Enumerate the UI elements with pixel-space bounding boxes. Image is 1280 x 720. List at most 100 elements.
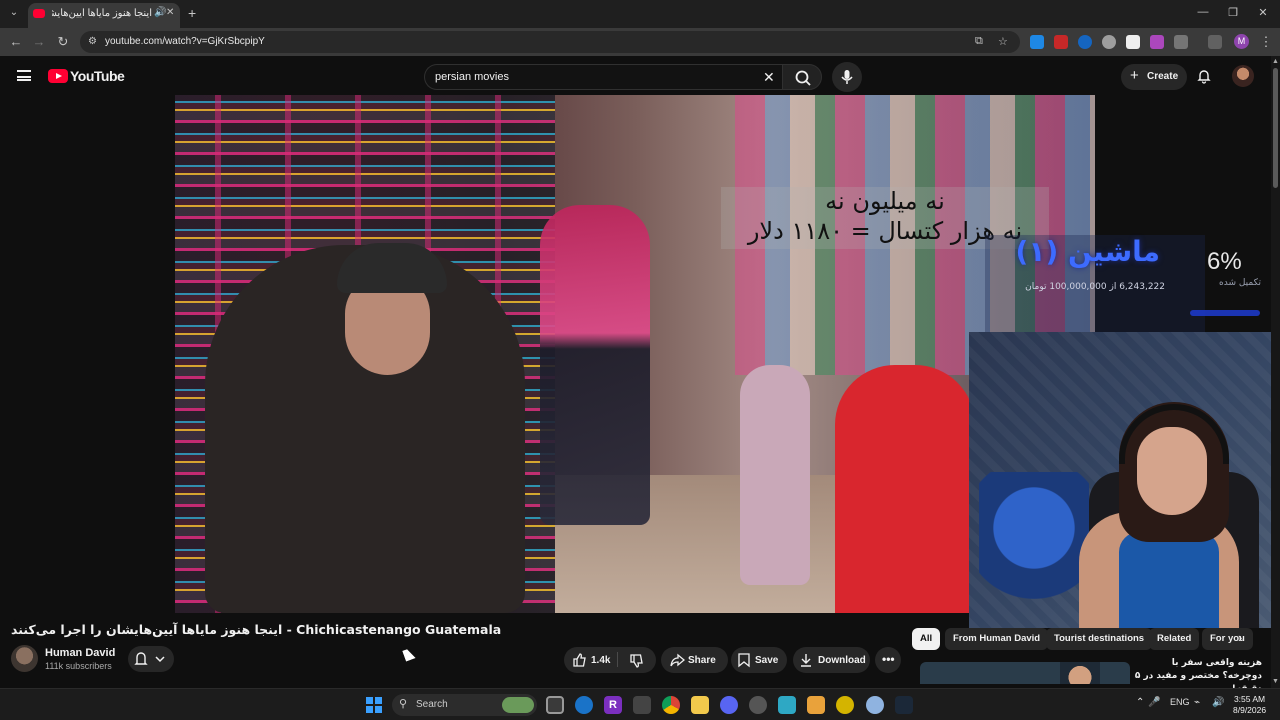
youtube-favicon-icon xyxy=(33,9,45,18)
video-player[interactable]: نه میلیون نه نه هزار کتسال = ۱۱۸۰ دلار xyxy=(175,95,1095,613)
create-label: Create xyxy=(1147,71,1179,82)
video-title: اینجا هنوز مایاها آیین‌هایشان را اجرا می… xyxy=(11,622,502,637)
search-icon: ⚲ xyxy=(399,698,408,710)
back-icon[interactable]: ← xyxy=(8,34,24,49)
browser-tab[interactable]: اینجا هنوز مایاها آیین‌هایشان 🔊 ✕ xyxy=(28,3,180,28)
scrollbar-thumb[interactable] xyxy=(1273,68,1278,188)
streamer-top xyxy=(1119,532,1219,628)
share-button[interactable]: Share xyxy=(661,647,728,673)
browser-menu-icon[interactable]: ⋮ xyxy=(1258,34,1274,50)
notifications-bell-icon[interactable] xyxy=(1196,68,1212,84)
search-query: persian movies xyxy=(435,71,509,83)
caption-line-1: نه میلیون نه xyxy=(825,187,945,215)
search-icon xyxy=(795,70,811,86)
save-label: Save xyxy=(755,655,779,666)
obs-icon[interactable] xyxy=(749,696,767,714)
restore-icon[interactable]: ❐ xyxy=(1226,6,1240,19)
forward-icon[interactable]: → xyxy=(31,34,47,49)
extension-icon[interactable] xyxy=(1102,35,1116,49)
channel-name[interactable]: Human David xyxy=(45,647,115,659)
extension-icon[interactable] xyxy=(1150,35,1164,49)
menu-icon[interactable] xyxy=(17,70,31,81)
app-r-icon[interactable]: R xyxy=(604,696,622,714)
reading-list-icon[interactable] xyxy=(1208,35,1222,49)
recommended-video-thumbnail[interactable] xyxy=(920,662,1130,684)
youtube-logo-text[interactable]: YouTube xyxy=(70,68,125,84)
extension-icon[interactable] xyxy=(1030,35,1044,49)
file-explorer-icon[interactable] xyxy=(691,696,709,714)
app-check-icon[interactable] xyxy=(778,696,796,714)
recommendation-chips: All From Human David Tourist destination… xyxy=(912,628,1257,650)
scroll-down-icon[interactable]: ▼ xyxy=(1271,678,1280,685)
chrome-icon[interactable] xyxy=(662,696,680,714)
site-info-icon[interactable]: ⚙ xyxy=(88,36,97,47)
search-input[interactable]: persian movies ✕ xyxy=(424,64,782,90)
extensions-puzzle-icon[interactable] xyxy=(1174,35,1188,49)
app-icon[interactable] xyxy=(836,696,854,714)
app-icon[interactable] xyxy=(633,696,651,714)
clock-date: 8/9/2026 xyxy=(1233,705,1267,715)
profile-avatar[interactable]: M xyxy=(1234,34,1249,49)
address-bar[interactable]: ⚙ youtube.com/watch?v=GjKrSbcpipY ⧉ ☆ xyxy=(80,31,1020,53)
bell-chevron-icon xyxy=(134,652,165,665)
subscription-bell-button[interactable] xyxy=(128,646,174,672)
reload-icon[interactable]: ↻ xyxy=(55,34,71,50)
browser-toolbar: ← → ↻ ⚙ youtube.com/watch?v=GjKrSbcpipY … xyxy=(0,28,1280,56)
app-icon[interactable] xyxy=(807,696,825,714)
chip-all[interactable]: All xyxy=(912,628,941,650)
goal-percent: 6% xyxy=(1207,248,1242,275)
extension-icon[interactable] xyxy=(1054,35,1068,49)
scroll-up-icon[interactable]: ▲ xyxy=(1271,58,1280,65)
edge-icon[interactable] xyxy=(575,696,593,714)
chip-tourist-destinations[interactable]: Tourist destinations xyxy=(1046,628,1153,650)
chip-for-you[interactable]: For you xyxy=(1202,628,1253,650)
new-tab-icon[interactable]: + xyxy=(188,5,196,21)
share-label: Share xyxy=(688,655,716,666)
microphone-icon xyxy=(841,70,853,84)
download-button[interactable]: Download xyxy=(793,647,870,673)
taskbar-clock[interactable]: 3:55 AM 8/9/2026 xyxy=(1233,694,1266,716)
task-view-icon[interactable] xyxy=(546,696,564,714)
more-actions-button[interactable]: ••• xyxy=(875,647,901,673)
tab-search-chevron-icon[interactable]: ⌄ xyxy=(6,5,22,21)
channel-avatar[interactable] xyxy=(11,645,38,672)
extension-icon[interactable] xyxy=(1078,35,1092,49)
shield-icon[interactable] xyxy=(1126,35,1140,49)
create-button[interactable]: + Create xyxy=(1121,64,1187,90)
tray-app-icon[interactable]: 🎤 xyxy=(1148,697,1160,708)
tray-overflow-icon[interactable]: ⌃ xyxy=(1136,697,1144,708)
clear-search-icon[interactable]: ✕ xyxy=(763,69,775,86)
search-highlight-image xyxy=(502,697,534,713)
steam-icon[interactable] xyxy=(895,696,913,714)
save-button[interactable]: Save xyxy=(731,647,787,673)
like-count[interactable]: 1.4k xyxy=(591,655,610,666)
account-avatar[interactable] xyxy=(1232,65,1254,87)
tab-close-icon[interactable]: ✕ xyxy=(166,7,174,18)
window-close-icon[interactable]: ✕ xyxy=(1256,6,1270,19)
plus-icon: + xyxy=(1130,67,1139,84)
app-icon[interactable] xyxy=(866,696,884,714)
volume-icon[interactable]: 🔊 xyxy=(1212,697,1224,708)
install-app-icon[interactable]: ⧉ xyxy=(975,35,983,48)
minimize-icon[interactable]: — xyxy=(1196,6,1210,18)
dislike-icon[interactable] xyxy=(628,653,644,669)
chip-from-channel[interactable]: From Human David xyxy=(945,628,1049,650)
donation-goal-widget: ماشین (۱) 6,243,222 از 100,000,000 تومان… xyxy=(985,190,1271,335)
windows-taskbar: ⚲ Search R ⌃ 🎤 ENG ⌁ 🔊 3:55 AM 8/9/2026 xyxy=(0,688,1280,720)
search-button[interactable] xyxy=(782,64,822,90)
network-icon[interactable]: ⌁ xyxy=(1194,697,1200,708)
voice-search-button[interactable] xyxy=(832,62,862,92)
taskbar-search[interactable]: ⚲ Search xyxy=(392,694,537,716)
audio-playing-icon[interactable]: 🔊 xyxy=(154,7,166,18)
youtube-logo-icon[interactable] xyxy=(48,69,68,83)
download-icon xyxy=(801,654,811,667)
tab-title: اینجا هنوز مایاها آیین‌هایشان xyxy=(52,8,152,19)
chip-related[interactable]: Related xyxy=(1149,628,1200,650)
language-indicator[interactable]: ENG xyxy=(1170,697,1190,707)
windows-start-icon[interactable] xyxy=(366,697,382,713)
bookmark-star-icon[interactable]: ☆ xyxy=(998,35,1008,48)
discord-icon[interactable] xyxy=(720,696,738,714)
chevron-right-icon[interactable]: › xyxy=(1238,630,1242,645)
like-icon[interactable] xyxy=(571,652,587,668)
page-scrollbar[interactable]: ▲ ▼ xyxy=(1271,56,1280,688)
